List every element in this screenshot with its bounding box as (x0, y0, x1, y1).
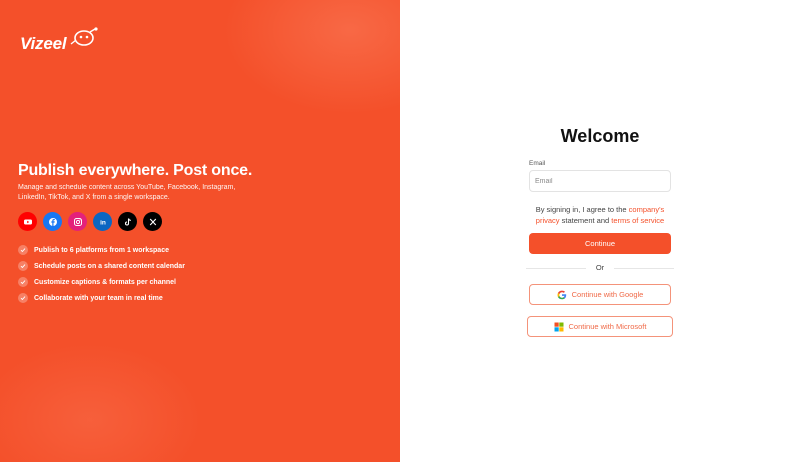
check-icon (18, 277, 28, 287)
microsoft-icon (554, 322, 564, 331)
feature-item: Collaborate with your team in real time (18, 290, 185, 306)
or-label: Or (586, 263, 614, 272)
page-title: Welcome (560, 126, 640, 146)
check-icon (18, 245, 28, 255)
login-panel: Welcome Email By signing in, I agree to … (400, 0, 800, 462)
svg-text:in: in (100, 219, 106, 226)
facebook-icon[interactable] (43, 212, 62, 231)
continue-with-microsoft-button[interactable]: Continue with Microsoft (527, 316, 673, 337)
feature-label: Customize captions & formats per channel (34, 278, 176, 286)
feature-label: Collaborate with your team in real time (34, 294, 163, 302)
youtube-icon[interactable] (18, 212, 37, 231)
google-button-label: Continue with Google (571, 290, 644, 299)
feature-item: Publish to 6 platforms from 1 workspace (18, 242, 185, 258)
terms-middle: statement and (561, 216, 610, 225)
hero-subline: Manage and schedule content across YouTu… (18, 184, 236, 201)
logo-mascot-icon (70, 27, 98, 46)
terms-of-service-link[interactable]: terms of service (611, 216, 664, 225)
tiktok-icon[interactable] (118, 212, 137, 231)
check-icon (18, 261, 28, 271)
continue-button[interactable]: Continue (529, 233, 671, 254)
feature-list: Publish to 6 platforms from 1 workspace … (18, 242, 185, 306)
terms-text: By signing in, I agree to the company's … (529, 204, 671, 226)
email-field[interactable] (529, 170, 671, 192)
microsoft-button-label: Continue with Microsoft (568, 322, 647, 331)
logo: Vizeel (20, 27, 98, 54)
linkedin-icon[interactable]: in (93, 212, 112, 231)
feature-item: Customize captions & formats per channel (18, 274, 185, 290)
terms-prefix: By signing in, I agree to the (535, 205, 627, 214)
hero-headline: Publish everywhere. Post once. (18, 162, 253, 179)
instagram-icon[interactable] (68, 212, 87, 231)
feature-item: Schedule posts on a shared content calen… (18, 258, 185, 274)
check-icon (18, 293, 28, 303)
promo-panel: Vizeel Publish everywhere. Post once. Ma… (0, 0, 400, 462)
x-icon[interactable] (143, 212, 162, 231)
feature-label: Schedule posts on a shared content calen… (34, 262, 185, 270)
feature-label: Publish to 6 platforms from 1 workspace (34, 246, 169, 254)
social-icons: in (18, 212, 162, 231)
email-label: Email (529, 160, 546, 167)
continue-with-google-button[interactable]: Continue with Google (529, 284, 671, 305)
google-icon (557, 290, 566, 299)
